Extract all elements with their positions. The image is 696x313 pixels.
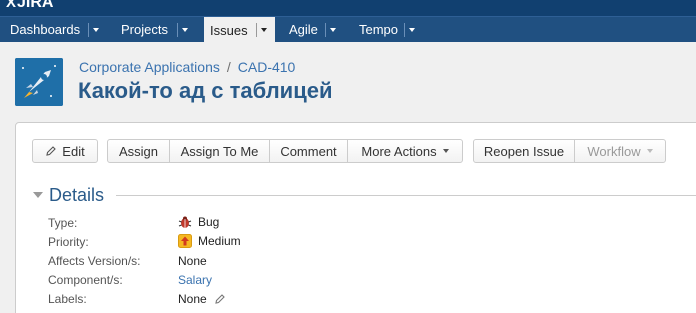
- more-actions-button[interactable]: More Actions: [348, 140, 462, 162]
- nav-agile[interactable]: Agile: [279, 17, 341, 42]
- labels-label: Labels:: [48, 292, 87, 306]
- priority-value-text: Medium: [198, 234, 241, 248]
- more-actions-label: More Actions: [361, 143, 437, 159]
- chevron-down-icon: [646, 149, 653, 153]
- chevron-down-icon[interactable]: [88, 23, 102, 37]
- bug-icon: [178, 216, 192, 228]
- chevron-down-icon[interactable]: [177, 23, 191, 37]
- jira-logo-mark: X: [6, 0, 17, 11]
- component-salary-link[interactable]: Salary: [178, 273, 212, 287]
- chevron-down-icon[interactable]: [325, 23, 339, 37]
- edit-button-label: Edit: [62, 143, 85, 159]
- nav-issues-label: Issues: [210, 22, 248, 38]
- details-title: Details: [49, 184, 105, 205]
- labels-value-text: None: [178, 292, 207, 306]
- pencil-icon: [46, 146, 57, 156]
- edit-button-group: Edit: [32, 139, 98, 163]
- app-header: XJIRA: [0, 0, 696, 16]
- rocket-icon: [15, 58, 63, 106]
- assign-button[interactable]: Assign: [108, 140, 170, 162]
- chevron-down-icon[interactable]: [256, 23, 270, 37]
- nav-dashboards-label: Dashboards: [10, 22, 81, 37]
- type-label: Type:: [48, 216, 78, 230]
- nav-projects-label: Projects: [121, 22, 168, 37]
- collapse-triangle-icon[interactable]: [33, 192, 43, 198]
- priority-label: Priority:: [48, 235, 89, 249]
- chevron-down-icon: [442, 149, 449, 153]
- breadcrumb-separator: /: [226, 59, 231, 75]
- breadcrumb: Corporate Applications / CAD-410: [79, 59, 295, 75]
- breadcrumb-project-link[interactable]: Corporate Applications: [79, 59, 220, 75]
- details-divider: [116, 195, 696, 196]
- edit-button[interactable]: Edit: [33, 140, 97, 162]
- components-value: Salary: [178, 273, 212, 287]
- type-value: Bug: [178, 215, 219, 229]
- comment-button[interactable]: Comment: [270, 140, 348, 162]
- nav-agile-label: Agile: [289, 22, 318, 37]
- jira-issue-page: XJIRA Dashboards Projects Issues Agile T…: [0, 0, 696, 313]
- reopen-issue-button[interactable]: Reopen Issue: [474, 140, 575, 162]
- priority-medium-icon: [178, 234, 192, 248]
- issue-summary-title[interactable]: Какой-то ад с таблицей: [78, 78, 332, 104]
- nav-issues[interactable]: Issues: [204, 17, 275, 43]
- affects-versions-label: Affects Version/s:: [48, 254, 141, 268]
- labels-value: None: [178, 292, 226, 306]
- assign-to-me-button[interactable]: Assign To Me: [170, 140, 270, 162]
- chevron-down-icon[interactable]: [404, 23, 418, 37]
- main-nav: Dashboards Projects Issues Agile Tempo: [0, 16, 696, 43]
- jira-logo[interactable]: XJIRA: [6, 0, 53, 12]
- workflow-button-group: Reopen Issue Workflow: [473, 139, 666, 163]
- workflow-label: Workflow: [587, 143, 641, 159]
- components-label: Component/s:: [48, 273, 123, 287]
- workflow-button[interactable]: Workflow: [575, 140, 665, 162]
- nav-tempo[interactable]: Tempo: [349, 17, 421, 42]
- pencil-icon[interactable]: [214, 293, 226, 305]
- nav-projects[interactable]: Projects: [111, 17, 195, 42]
- assign-button-group: Assign Assign To Me Comment More Actions: [107, 139, 463, 163]
- nav-dashboards[interactable]: Dashboards: [0, 17, 103, 42]
- affects-versions-value: None: [178, 254, 207, 268]
- jira-logo-text: JIRA: [17, 0, 54, 11]
- priority-value: Medium: [178, 234, 241, 248]
- type-value-text: Bug: [198, 215, 220, 229]
- project-avatar[interactable]: [15, 58, 63, 106]
- nav-tempo-label: Tempo: [359, 22, 399, 37]
- breadcrumb-issue-key[interactable]: CAD-410: [238, 59, 296, 75]
- details-module-header[interactable]: Details: [33, 185, 104, 205]
